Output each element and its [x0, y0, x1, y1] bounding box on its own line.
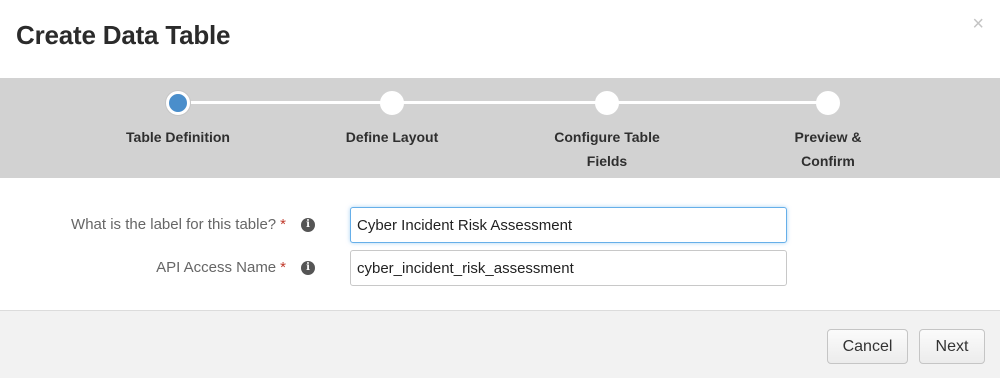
cancel-button[interactable]: Cancel — [827, 329, 908, 364]
dialog-footer: Cancel Next — [0, 310, 1000, 378]
dialog-title: Create Data Table — [16, 20, 231, 50]
table-label-input[interactable] — [350, 207, 787, 243]
step-dot — [816, 91, 840, 115]
required-marker: * — [280, 259, 286, 276]
step-label: Configure Table Fields — [554, 129, 660, 169]
required-marker: * — [280, 216, 286, 233]
table-definition-form: What is the label for this table?* i API… — [0, 178, 1000, 310]
info-icon[interactable]: i — [301, 261, 315, 275]
field-label-text: API Access Name — [156, 259, 277, 276]
api-access-name-row: API Access Name * i — [0, 250, 1000, 286]
wizard-progress: Table Definition Define Layout Configure… — [0, 78, 1000, 178]
step-dot — [595, 91, 619, 115]
table-label-field-label: What is the label for this table? * — [71, 216, 286, 233]
step-label: Preview & Confirm — [794, 129, 862, 169]
info-icon[interactable]: i — [301, 218, 315, 232]
step-label: Define Layout — [345, 129, 439, 145]
create-data-table-dialog: Create Data Table × Table Definition Def… — [0, 0, 1000, 378]
field-label-text: What is the label for this table? — [71, 216, 277, 233]
wizard-track — [178, 101, 828, 104]
table-label-row: What is the label for this table? * i — [0, 207, 1000, 243]
step-dot — [380, 91, 404, 115]
api-access-name-input[interactable] — [350, 250, 787, 286]
close-icon[interactable]: × — [972, 12, 984, 36]
dialog-header: Create Data Table × — [0, 0, 1000, 78]
next-button[interactable]: Next — [919, 329, 985, 364]
api-access-name-field-label: API Access Name * — [156, 259, 286, 276]
step-label: Table Definition — [126, 129, 230, 145]
step-dot-active — [166, 91, 190, 115]
